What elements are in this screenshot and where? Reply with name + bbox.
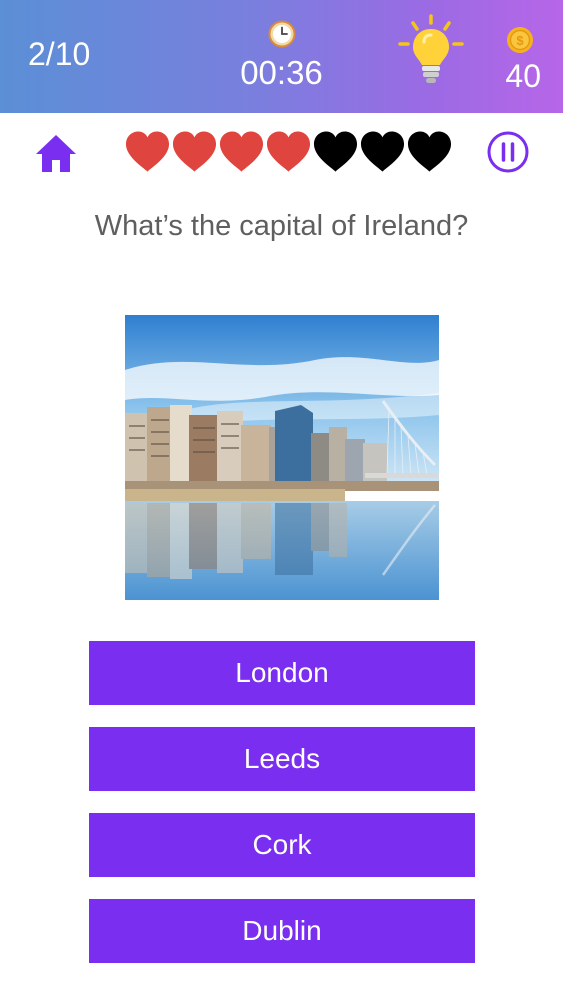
clock-icon <box>268 20 296 48</box>
coin-icon: $ <box>507 27 533 53</box>
heart-full-icon <box>219 131 264 172</box>
question-text: What’s the capital of Ireland? <box>94 210 469 242</box>
heart-full-icon <box>125 131 170 172</box>
svg-text:$: $ <box>516 33 524 48</box>
heart-lost-icon <box>360 131 405 172</box>
countdown-timer: 00:36 <box>240 54 323 91</box>
coin-count: 40 <box>505 58 541 94</box>
heart-full-icon <box>266 131 311 172</box>
heart-lost-icon <box>407 131 452 172</box>
answer-button-leeds[interactable]: Leeds <box>89 727 475 791</box>
pause-icon[interactable] <box>487 131 529 173</box>
answer-button-london[interactable]: London <box>89 641 475 705</box>
top-bar: 2/10 00:36 $ 40 <box>0 0 563 113</box>
lightbulb-icon[interactable] <box>396 14 466 88</box>
heart-lost-icon <box>313 131 358 172</box>
question-image <box>125 315 439 600</box>
answer-button-dublin[interactable]: Dublin <box>89 899 475 963</box>
lives-indicator <box>124 129 453 175</box>
home-icon[interactable] <box>34 132 78 176</box>
heart-full-icon <box>172 131 217 172</box>
answer-button-cork[interactable]: Cork <box>89 813 475 877</box>
